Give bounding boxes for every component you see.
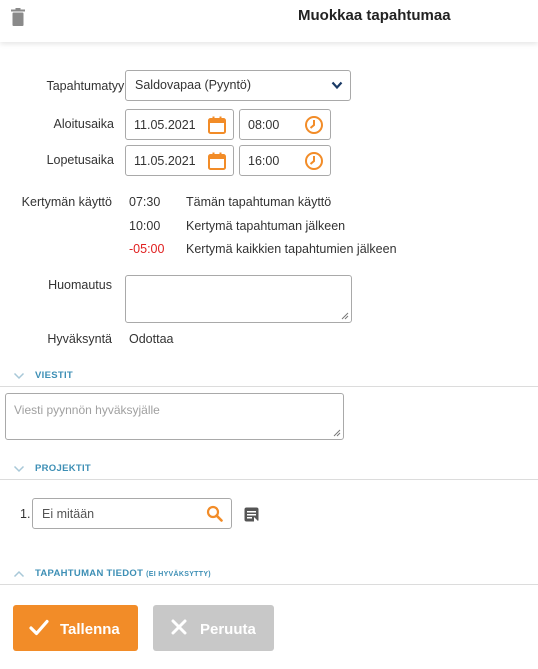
note-label: Huomautus <box>48 278 112 292</box>
accrual-value-all: -05:00 <box>129 242 165 256</box>
chevron-down-icon <box>331 81 343 90</box>
end-time-value: 16:00 <box>248 154 280 168</box>
section-messages[interactable]: VIESTIT <box>0 367 538 387</box>
section-event-details[interactable]: TAPAHTUMAN TIEDOT (EI HYVÄKSYTTY) <box>0 565 538 585</box>
end-time-field[interactable]: 16:00 <box>239 145 331 176</box>
project-value: Ei mitään <box>42 507 95 521</box>
message-placeholder: Viesti pyynnön hyväksyjälle <box>14 403 160 417</box>
approval-status: Odottaa <box>129 332 174 346</box>
accrual-text-all: Kertymä kaikkien tapahtumien jälkeen <box>186 242 397 256</box>
event-type-value: Saldovapaa (Pyyntö) <box>135 78 252 92</box>
accrual-value-current: 07:30 <box>129 195 161 209</box>
calendar-icon[interactable] <box>207 115 227 135</box>
message-textarea[interactable]: Viesti pyynnön hyväksyjälle <box>5 393 344 440</box>
chevron-down-icon <box>13 465 25 473</box>
end-label: Lopetusaika <box>46 153 114 167</box>
section-projects-title: PROJEKTIT <box>35 463 92 474</box>
page-title: Muokkaa tapahtumaa <box>298 7 451 24</box>
save-button-label: Tallenna <box>60 621 120 638</box>
search-icon[interactable] <box>206 505 223 522</box>
calendar-icon[interactable] <box>207 151 227 171</box>
end-date-field[interactable]: 11.05.2021 <box>125 145 234 176</box>
section-event-details-title-text: TAPAHTUMAN TIEDOT <box>35 568 144 579</box>
section-event-details-subtitle: (EI HYVÄKSYTTY) <box>146 571 211 578</box>
note-textarea[interactable] <box>125 275 352 323</box>
event-type-select[interactable]: Saldovapaa (Pyyntö) <box>125 70 351 101</box>
start-time-value: 08:00 <box>248 118 280 132</box>
approval-label: Hyväksyntä <box>47 332 112 346</box>
end-date-value: 11.05.2021 <box>134 154 196 168</box>
section-event-details-title: TAPAHTUMAN TIEDOT (EI HYVÄKSYTTY) <box>35 568 211 579</box>
start-date-value: 11.05.2021 <box>134 118 196 132</box>
note-edit-icon[interactable] <box>244 507 259 522</box>
resize-grip-icon[interactable] <box>341 312 349 320</box>
clock-icon[interactable] <box>304 115 324 135</box>
resize-grip-icon[interactable] <box>333 429 341 437</box>
accrual-text-after: Kertymä tapahtuman jälkeen <box>186 219 346 233</box>
project-search-input[interactable]: Ei mitään <box>32 498 232 529</box>
section-projects[interactable]: PROJEKTIT <box>0 460 538 480</box>
section-messages-title: VIESTIT <box>35 370 73 381</box>
start-label: Aloitusaika <box>53 117 114 131</box>
project-index: 1. <box>20 507 31 521</box>
save-button[interactable]: Tallenna <box>13 605 138 651</box>
header: Muokkaa tapahtumaa <box>0 0 538 42</box>
accrual-value-after: 10:00 <box>129 219 161 233</box>
close-icon <box>171 619 187 635</box>
accrual-label: Kertymän käyttö <box>21 195 112 209</box>
cancel-button-label: Peruuta <box>200 621 256 638</box>
start-date-field[interactable]: 11.05.2021 <box>125 109 234 140</box>
check-icon <box>29 619 49 636</box>
accrual-text-current: Tämän tapahtuman käyttö <box>186 195 332 209</box>
cancel-button[interactable]: Peruuta <box>153 605 274 651</box>
start-time-field[interactable]: 08:00 <box>239 109 331 140</box>
trash-icon[interactable] <box>11 8 25 26</box>
clock-icon[interactable] <box>304 151 324 171</box>
chevron-up-icon <box>13 570 25 578</box>
chevron-down-icon <box>13 372 25 380</box>
